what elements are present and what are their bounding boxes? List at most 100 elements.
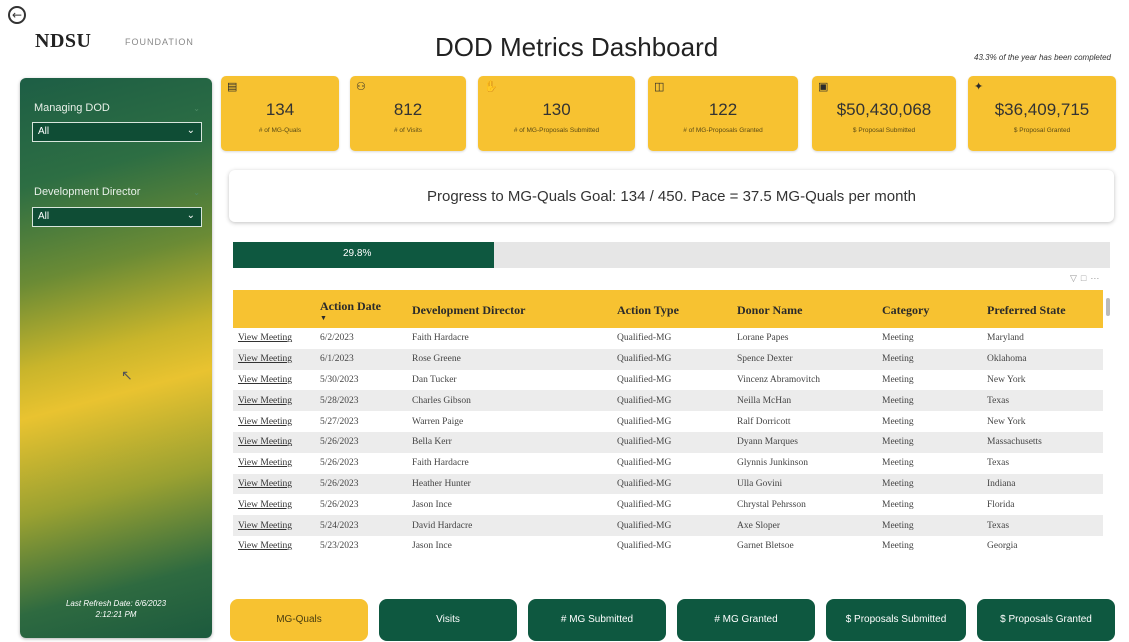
kpi-value: $50,430,068 (836, 100, 932, 119)
cell-development-director: Warren Paige (412, 416, 464, 427)
table-row[interactable]: View Meeting 5/23/2023 Jason Ince Qualified… (233, 536, 1103, 557)
column-header-donor-name[interactable]: Donor Name (732, 290, 877, 328)
focus-mode-icon[interactable]: □ (1081, 273, 1090, 283)
tab-proposals-submitted[interactable]: $ Proposals Submitted (826, 599, 966, 641)
cell-action-type: Qualified-MG (612, 390, 732, 412)
cell-donor-name: Lorane Papes (737, 333, 789, 344)
cell-category: Meeting (877, 515, 982, 536)
mouse-cursor-icon: ↖ (121, 367, 133, 383)
cell-development-director: Rose Greene (407, 348, 612, 370)
tab-mg-submitted[interactable]: # MG Submitted (528, 599, 666, 641)
cell-preferred-state: Florida (987, 499, 1015, 510)
tab-visits[interactable]: Visits (379, 599, 517, 641)
table-row[interactable]: View Meeting 5/24/2023 David Hardacre Quali… (233, 515, 1103, 536)
cell-action-type: Qualified-MG (612, 515, 732, 536)
document-icon: ▣ (818, 81, 829, 93)
cell-action-type: Qualified-MG (617, 541, 672, 552)
table-row[interactable]: View Meeting 5/30/2023 Dan Tucker Qualified… (233, 370, 1103, 391)
table-scrollbar[interactable] (1106, 298, 1110, 316)
filter-sidebar: Managing DOD ⌄ All ⌄ Development Directo… (20, 78, 212, 638)
cell-view-meeting-link: View Meeting (233, 536, 315, 557)
kpi-label: # of Visits (393, 127, 423, 134)
cell-view-meeting-link: View Meeting (233, 390, 315, 412)
view-meeting-link[interactable]: View Meeting (238, 437, 292, 447)
table-row[interactable]: View Meeting 5/27/2023 Warren Paige Qualifi… (233, 411, 1103, 432)
managing-dod-value: All (38, 126, 50, 137)
kpi-label: # of MG-Proposals Granted (683, 127, 763, 134)
development-director-label: Development Director (34, 186, 141, 198)
table-row[interactable]: View Meeting 5/26/2023 Heather Hunter Quali… (233, 473, 1103, 495)
cell-action-type: Qualified-MG (612, 473, 732, 495)
column-header-preferred-state[interactable]: Preferred State (982, 290, 1103, 328)
managing-dod-select[interactable]: All ⌄ (32, 122, 202, 142)
view-meeting-link[interactable]: View Meeting (238, 375, 292, 385)
cell-category: Meeting (882, 541, 914, 552)
tab-proposals-granted[interactable]: $ Proposals Granted (977, 599, 1115, 641)
view-meeting-link[interactable]: View Meeting (238, 521, 292, 531)
cell-preferred-state: Texas (982, 390, 1103, 412)
tab-mg-granted[interactable]: # MG Granted (677, 599, 815, 641)
cell-action-type: Qualified-MG (612, 348, 732, 370)
view-meeting-link[interactable]: View Meeting (238, 354, 292, 364)
progress-bar-fill: 29.8% (233, 242, 495, 268)
column-header-action-type[interactable]: Action Type (612, 290, 732, 328)
column-header-category[interactable]: Category (877, 290, 982, 328)
table-row[interactable]: View Meeting 5/26/2023 Jason Ince Qualified… (233, 494, 1103, 515)
column-header-action-date[interactable]: Action Date ▼ (315, 290, 407, 328)
cell-preferred-state: Texas (982, 515, 1103, 536)
sort-down-icon: ▼ (320, 314, 327, 322)
cell-category: Meeting (882, 458, 914, 469)
cell-preferred-state: Oklahoma (982, 348, 1103, 370)
view-meeting-link[interactable]: View Meeting (238, 417, 292, 427)
back-arrow-icon[interactable]: ← (8, 6, 26, 24)
chevron-down-icon: ⌄ (193, 188, 200, 197)
cell-donor-name: Ralf Dorricott (737, 416, 791, 427)
view-meeting-link[interactable]: View Meeting (238, 479, 292, 489)
view-meeting-link[interactable]: View Meeting (238, 333, 292, 343)
table-row[interactable]: View Meeting 5/26/2023 Faith Hardacre Quali… (233, 453, 1103, 474)
cell-donor-name: Ulla Govini (732, 473, 877, 495)
cell-action-date: 5/24/2023 (315, 515, 407, 536)
view-meeting-link[interactable]: View Meeting (238, 500, 292, 510)
cell-action-date: 5/26/2023 (320, 458, 359, 469)
kpi-value: 812 (393, 100, 423, 119)
view-meeting-link[interactable]: View Meeting (238, 541, 292, 551)
cell-donor-name: Dyann Marques (732, 431, 877, 453)
cell-action-date: 5/23/2023 (320, 541, 359, 552)
progress-goal-card: Progress to MG-Quals Goal: 134 / 450. Pa… (229, 170, 1114, 222)
table-row[interactable]: View Meeting 6/2/2023 Faith Hardacre Qualif… (233, 328, 1103, 349)
gift-icon: ◫ (654, 81, 665, 93)
cell-preferred-state: New York (987, 416, 1026, 427)
tab-mg-quals[interactable]: MG-Quals (230, 599, 368, 641)
cell-preferred-state: Texas (987, 458, 1010, 469)
view-meeting-link[interactable]: View Meeting (238, 458, 292, 468)
table-row[interactable]: View Meeting 5/28/2023 Charles Gibson Quali… (233, 390, 1103, 412)
view-meeting-link[interactable]: View Meeting (238, 396, 292, 406)
filter-icon[interactable]: ▽ (1070, 273, 1081, 283)
cell-category: Meeting (882, 416, 914, 427)
development-director-select[interactable]: All ⌄ (32, 207, 202, 227)
cell-preferred-state: Massachusetts (982, 431, 1103, 453)
column-header-link (233, 290, 315, 328)
kpi-label: # of MG-Quals (258, 127, 302, 134)
table-row[interactable]: View Meeting 6/1/2023 Rose Greene Qualified… (233, 348, 1103, 370)
table-row[interactable]: View Meeting 5/26/2023 Bella Kerr Qualified… (233, 431, 1103, 453)
kpi-mg-quals: ▤ 134 # of MG-Quals (221, 76, 339, 151)
handshake-icon: ✋ (484, 81, 498, 93)
cell-donor-name: Vincenz Abramovitch (737, 374, 821, 385)
cell-action-type: Qualified-MG (617, 416, 672, 427)
kpi-value: 122 (708, 100, 738, 119)
kpi-label: $ Proposal Granted (1013, 127, 1071, 134)
visual-header-icons: ▽□⋯ (1070, 273, 1103, 284)
cell-view-meeting-link: View Meeting (233, 431, 315, 453)
column-header-development-director[interactable]: Development Director (407, 290, 612, 328)
kpi-dollar-proposal-granted: ✦ $36,409,715 $ Proposal Granted (968, 76, 1116, 151)
kpi-label: $ Proposal Submitted (852, 127, 916, 134)
table-header-row: Action Date ▼ Development Director Action… (233, 290, 1103, 328)
more-options-icon[interactable]: ⋯ (1090, 273, 1103, 283)
cell-category: Meeting (882, 499, 914, 510)
kpi-mg-proposals-submitted: ✋ 130 # of MG-Proposals Submitted (478, 76, 635, 151)
cell-category: Meeting (877, 390, 982, 412)
cell-action-date: 6/2/2023 (320, 333, 354, 344)
cell-donor-name: Spence Dexter (732, 348, 877, 370)
